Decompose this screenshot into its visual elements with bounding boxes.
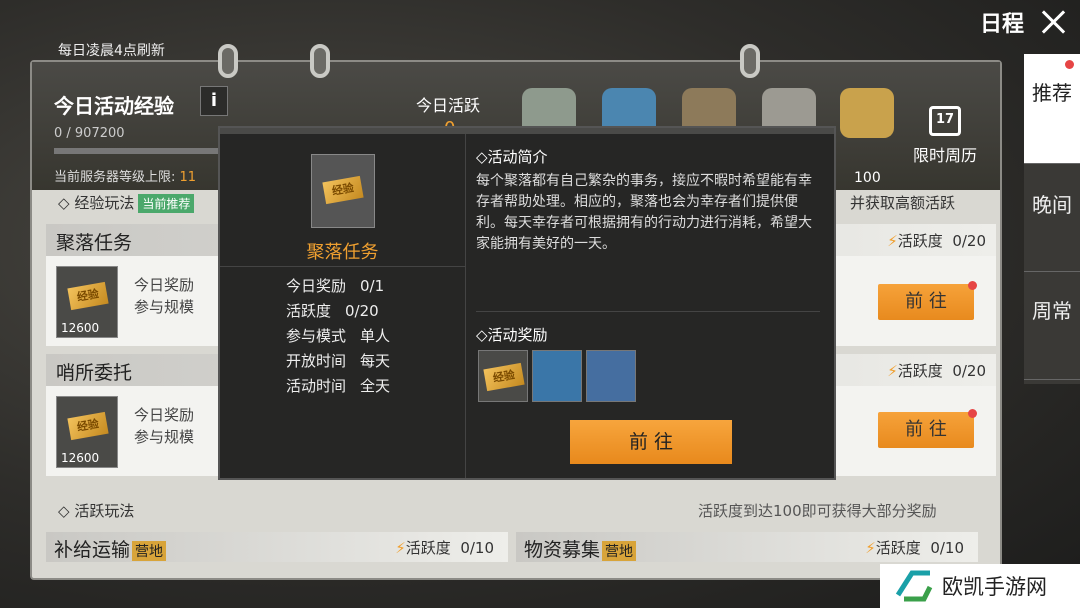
limited-calendar-label: 限时周历 bbox=[912, 146, 977, 165]
refresh-note: 每日凌晨4点刷新 bbox=[58, 43, 165, 59]
tab-recommend[interactable]: 推荐 bbox=[1024, 54, 1080, 164]
watermark: 欧凯手游网 bbox=[880, 564, 1080, 608]
red-dot-badge bbox=[968, 281, 977, 290]
watermark-logo-icon bbox=[895, 570, 933, 602]
energy-reward-icon[interactable] bbox=[532, 350, 582, 402]
activity-detail-popup: 经验 聚落任务 今日奖励 0/1 活跃度 0/20 参与模式 单人 开放时间 每天 活动… bbox=[218, 126, 836, 480]
binder-ring-icon bbox=[740, 44, 760, 78]
binder-ring-icon bbox=[310, 44, 330, 78]
intro-text: 每个聚落都有自己繁杂的事务，接应不暇时希望能有幸存者帮助处理。相应的，聚落也会为… bbox=[476, 173, 812, 252]
server-level-cap: 当前服务器等级上限: 11 bbox=[54, 170, 197, 185]
section-exp-note: 并获取高额活跃 bbox=[850, 194, 956, 212]
section-activity-play: ◇ 活跃玩法 bbox=[58, 502, 135, 520]
camp-tag: 营地 bbox=[602, 541, 637, 561]
task-activity: ⚡活跃度 0/20 bbox=[887, 232, 986, 250]
top-bar: 日程 bbox=[940, 0, 1080, 44]
bolt-icon: ⚡ bbox=[395, 539, 406, 557]
reward-title: ◇活动奖励 bbox=[476, 326, 548, 344]
task-info: 今日奖励 参与规模 bbox=[134, 406, 195, 446]
bolt-icon: ⚡ bbox=[865, 539, 876, 557]
bolt-icon: ⚡ bbox=[887, 362, 898, 380]
sub-task-card[interactable]: 补给运输 营地 ⚡活跃度 0/10 bbox=[46, 532, 508, 562]
popup-go-button[interactable]: 前 往 bbox=[570, 420, 732, 464]
red-dot-badge bbox=[968, 409, 977, 418]
camp-tag: 营地 bbox=[132, 541, 167, 561]
go-button[interactable]: 前 往 bbox=[878, 409, 977, 448]
exp-ticket-reward-icon[interactable]: 经验 bbox=[478, 350, 528, 402]
activity-max-label: 100 bbox=[854, 170, 881, 186]
activity-name: 聚落任务 bbox=[306, 242, 379, 263]
armor-reward-icon[interactable] bbox=[586, 350, 636, 402]
gold-reward-chest-icon[interactable] bbox=[840, 88, 894, 138]
task-thumbnail: 经验 12600 bbox=[56, 396, 118, 468]
exp-value: 0 / 907200 bbox=[54, 126, 125, 141]
exp-ticket-icon: 经验 bbox=[67, 411, 109, 441]
close-icon[interactable] bbox=[1040, 9, 1066, 35]
info-button[interactable]: i bbox=[200, 86, 228, 116]
sub-task-card[interactable]: 物资募集 营地 ⚡活跃度 0/10 bbox=[516, 532, 978, 562]
today-activity-label: 今日活跃 bbox=[416, 96, 481, 115]
task-activity: ⚡活跃度 0/20 bbox=[887, 362, 986, 380]
exp-ticket-icon: 经验 bbox=[322, 175, 364, 205]
calendar-icon: 17 bbox=[929, 106, 961, 136]
exp-title: 今日活动经验 bbox=[54, 94, 174, 118]
side-tabs: 推荐 晚间 周常 bbox=[1024, 54, 1080, 384]
intro-title: ◇活动简介 bbox=[476, 148, 548, 166]
section-activity-note: 活跃度到达100即可获得大部分奖励 bbox=[698, 502, 937, 520]
go-button[interactable]: 前 往 bbox=[878, 281, 977, 320]
popup-left-pane: 经验 聚落任务 今日奖励 0/1 活跃度 0/20 参与模式 单人 开放时间 每天 活动… bbox=[220, 134, 466, 478]
bolt-icon: ⚡ bbox=[887, 232, 898, 250]
red-dot-badge bbox=[1065, 60, 1074, 69]
activity-thumbnail: 经验 bbox=[311, 154, 375, 228]
task-thumbnail: 经验 12600 bbox=[56, 266, 118, 338]
binder-ring-icon bbox=[218, 44, 238, 78]
task-info: 今日奖励 参与规模 bbox=[134, 276, 195, 316]
section-exp-play: ◇ 经验玩法 当前推荐 bbox=[58, 192, 195, 213]
activity-details: 今日奖励 0/1 活跃度 0/20 参与模式 单人 开放时间 每天 活动时间 全天 bbox=[286, 277, 391, 395]
popup-right-pane: ◇活动简介 每个聚落都有自己繁杂的事务，接应不暇时希望能有幸存者帮助处理。相应的… bbox=[476, 146, 820, 255]
exp-ticket-icon: 经验 bbox=[67, 281, 109, 311]
exp-progress-bar bbox=[54, 148, 224, 154]
tab-evening[interactable]: 晚间 bbox=[1024, 172, 1080, 272]
limited-calendar-button[interactable]: 17 限时周历 bbox=[900, 106, 990, 166]
tab-weekly[interactable]: 周常 bbox=[1024, 276, 1080, 380]
recommend-tag: 当前推荐 bbox=[138, 194, 195, 213]
page-title: 日程 bbox=[979, 12, 1024, 37]
